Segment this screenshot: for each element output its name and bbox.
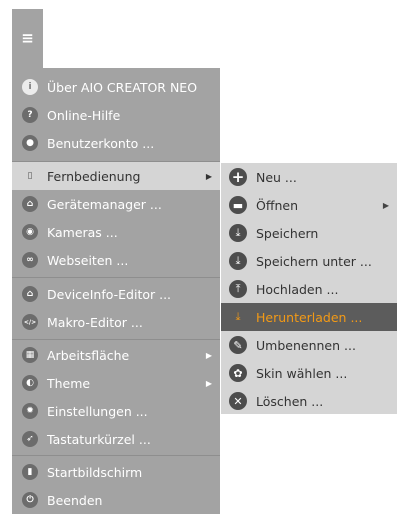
submenu-item-upload[interactable]: ⤒ Hochladen ...: [221, 275, 397, 303]
submenu-item-download[interactable]: ⤓ Herunterladen ...: [221, 303, 397, 331]
palette-icon: ✿: [229, 364, 247, 382]
rocket-icon: ➶: [22, 431, 38, 447]
webcam-icon: ◉: [22, 224, 38, 240]
save-as-icon: ⤓: [229, 252, 247, 270]
menu-item-label: Beenden: [47, 492, 103, 508]
menu-item-label: Theme: [47, 375, 91, 391]
submenu-item-open[interactable]: ▬ Öffnen ▶: [221, 191, 397, 219]
submenu-arrow-icon: ▶: [205, 171, 212, 181]
submenu-item-rename[interactable]: ✎ Umbenennen ...: [221, 331, 397, 359]
remote-submenu: + Neu ... ▬ Öffnen ▶ ⤓ Speichern ⤓ Speic…: [221, 163, 397, 414]
menu-item-label: Über AIO CREATOR NEO: [47, 79, 198, 95]
menu-item-label: Arbeitsfläche: [47, 347, 130, 363]
menu-item-quit[interactable]: ⏻ Beenden: [12, 486, 220, 514]
code-icon: </>: [22, 314, 38, 330]
question-icon: ?: [22, 107, 38, 123]
submenu-item-label: Herunterladen ...: [256, 309, 363, 325]
menu-item-label: DeviceInfo-Editor ...: [47, 286, 172, 302]
submenu-item-label: Neu ...: [256, 169, 297, 185]
main-menu: i Über AIO CREATOR NEO ? Online-Hilfe ● …: [12, 68, 220, 514]
menu-item-label: Fernbedienung: [47, 168, 141, 184]
menu-item-label: Makro-Editor ...: [47, 314, 143, 330]
menu-item-account[interactable]: ● Benutzerkonto ...: [12, 129, 220, 157]
save-icon: ⤓: [229, 224, 247, 242]
submenu-arrow-icon: ▶: [205, 378, 212, 388]
submenu-item-label: Hochladen ...: [256, 281, 339, 297]
submenu-item-label: Skin wählen ...: [256, 365, 348, 381]
submenu-item-label: Öffnen: [256, 197, 298, 213]
submenu-item-label: Umbenennen ...: [256, 337, 356, 353]
remote-icon: ▯: [22, 168, 38, 184]
menu-item-remote[interactable]: ▯ Fernbedienung ▶: [12, 162, 220, 190]
menu-item-online-help[interactable]: ? Online-Hilfe: [12, 101, 220, 129]
menu-item-theme[interactable]: ◐ Theme ▶: [12, 369, 220, 397]
menu-item-shortcuts[interactable]: ➶ Tastaturkürzel ...: [12, 425, 220, 453]
door-icon: ▮: [22, 464, 38, 480]
menu-item-label: Kameras ...: [47, 224, 118, 240]
menu-item-device-manager[interactable]: ⌂ Gerätemanager ...: [12, 190, 220, 218]
submenu-item-choose-skin[interactable]: ✿ Skin wählen ...: [221, 359, 397, 387]
menu-item-deviceinfo-editor[interactable]: ⌂ DeviceInfo-Editor ...: [12, 280, 220, 308]
submenu-item-save-as[interactable]: ⤓ Speichern unter ...: [221, 247, 397, 275]
menu-item-label: Startbildschirm: [47, 464, 143, 480]
menu-item-about[interactable]: i Über AIO CREATOR NEO: [12, 73, 220, 101]
submenu-arrow-icon: ▶: [382, 200, 389, 210]
menu-divider: [12, 277, 220, 278]
menu-divider: [12, 339, 220, 340]
download-icon: ⤓: [229, 308, 247, 326]
submenu-item-delete[interactable]: ✕ Löschen ...: [221, 387, 397, 415]
menu-item-label: Einstellungen ...: [47, 403, 148, 419]
menu-item-workspace[interactable]: ▦ Arbeitsfläche ▶: [12, 341, 220, 369]
submenu-arrow-icon: ▶: [205, 350, 212, 360]
menu-item-label: Tastaturkürzel ...: [47, 431, 151, 447]
pencil-icon: ✎: [229, 336, 247, 354]
hamburger-icon: ≡: [21, 29, 34, 47]
submenu-item-label: Speichern unter ...: [256, 253, 372, 269]
menu-item-macro-editor[interactable]: </> Makro-Editor ...: [12, 308, 220, 336]
menu-item-label: Gerätemanager ...: [47, 196, 162, 212]
menu-item-cameras[interactable]: ◉ Kameras ...: [12, 218, 220, 246]
info-icon: i: [22, 79, 38, 95]
submenu-item-new[interactable]: + Neu ...: [221, 163, 397, 191]
contrast-icon: ◐: [22, 375, 38, 391]
link-icon: ∞: [22, 252, 38, 268]
menu-item-label: Benutzerkonto ...: [47, 135, 155, 151]
menu-item-label: Online-Hilfe: [47, 107, 121, 123]
main-menu-button[interactable]: ≡: [12, 9, 43, 68]
user-icon: ●: [22, 135, 38, 151]
submenu-item-save[interactable]: ⤓ Speichern: [221, 219, 397, 247]
gear-icon: ✹: [22, 403, 38, 419]
power-icon: ⏻: [22, 492, 38, 508]
home-device-icon: ⌂: [22, 286, 38, 302]
menu-item-label: Webseiten ...: [47, 252, 129, 268]
delete-icon: ✕: [229, 392, 247, 410]
menu-item-start-screen[interactable]: ▮ Startbildschirm: [12, 458, 220, 486]
menu-item-settings[interactable]: ✹ Einstellungen ...: [12, 397, 220, 425]
upload-icon: ⤒: [229, 280, 247, 298]
home-device-icon: ⌂: [22, 196, 38, 212]
folder-icon: ▬: [229, 196, 247, 214]
menu-divider: [12, 455, 220, 456]
plus-icon: +: [229, 168, 247, 186]
submenu-item-label: Speichern: [256, 225, 319, 241]
grid-icon: ▦: [22, 347, 38, 363]
submenu-item-label: Löschen ...: [256, 393, 324, 409]
menu-item-websites[interactable]: ∞ Webseiten ...: [12, 246, 220, 274]
